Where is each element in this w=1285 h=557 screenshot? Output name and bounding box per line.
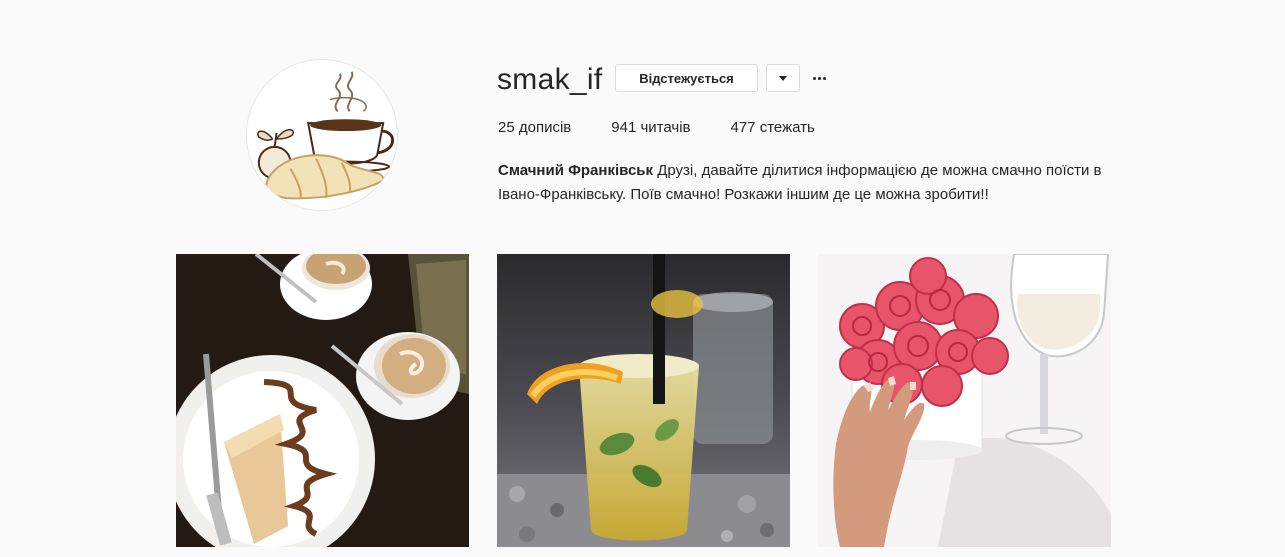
caret-down-icon [779, 75, 787, 81]
coffee-logo-icon [247, 60, 397, 210]
following-stat[interactable]: 477 стежать [731, 118, 815, 138]
profile-bio: Смачний Франківськ Друзі, давайте ділити… [498, 159, 1108, 207]
profile-avatar[interactable] [246, 59, 398, 211]
followers-count: 941 [611, 119, 637, 136]
cake-and-coffee-image [176, 254, 469, 547]
followers-label: читачів [640, 119, 691, 136]
roses-and-wine-image [818, 254, 1111, 547]
posts-count-stat: 25 дописів [498, 118, 571, 138]
post-thumbnail[interactable] [176, 254, 469, 547]
ellipsis-icon [812, 76, 816, 80]
following-count: 477 [730, 119, 756, 136]
posts-count: 25 [498, 119, 515, 136]
ellipsis-icon [817, 76, 821, 80]
following-label: стежать [759, 119, 815, 136]
suggestions-dropdown-button[interactable] [766, 64, 800, 92]
post-thumbnail[interactable] [818, 254, 1111, 547]
profile-stats: 25 дописів 941 читачів 477 стежать [498, 118, 855, 138]
lemonade-image [497, 254, 790, 547]
post-thumbnail[interactable] [497, 254, 790, 547]
profile-username: smak_if [497, 63, 603, 96]
ellipsis-icon [822, 76, 826, 80]
following-button[interactable]: Відстежується [615, 64, 758, 92]
posts-label: дописів [518, 119, 572, 136]
profile-page: smak_if Відстежується 25 дописів 941 чит… [0, 0, 1285, 557]
options-button[interactable] [809, 66, 829, 90]
profile-full-name: Смачний Франківськ [498, 162, 654, 179]
followers-stat[interactable]: 941 читачів [611, 118, 690, 138]
